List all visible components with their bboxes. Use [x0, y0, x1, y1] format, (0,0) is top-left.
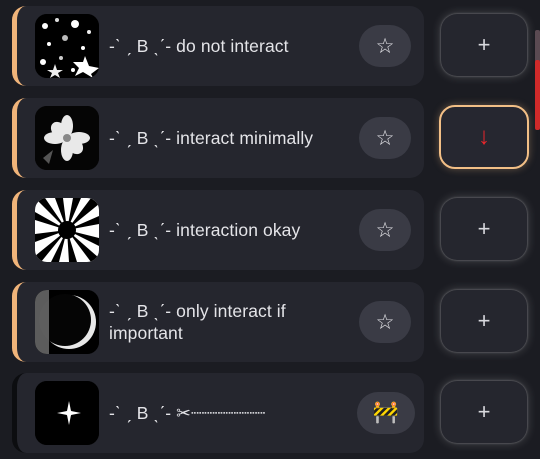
list-item[interactable]: -ˋ ˏ B ˎˊ- interaction okay ☆ +: [0, 190, 540, 270]
down-arrow-icon: ↓: [478, 123, 490, 150]
scrollbar-track[interactable]: [535, 30, 540, 62]
add-button[interactable]: +: [441, 198, 527, 260]
plus-icon: +: [477, 216, 491, 241]
add-button[interactable]: +: [441, 381, 527, 443]
item-label: -ˋ ˏ B ˎˊ- only interact if important: [109, 301, 286, 343]
channel-card[interactable]: -ˋ ˏ B ˎˊ- only interact if important ☆: [12, 282, 424, 362]
item-label: -ˋ ˏ B ˎˊ- do not interact: [109, 36, 289, 56]
item-label: -ˋ ˏ B ˎˊ- interact minimally: [109, 128, 314, 148]
star-icon: ☆: [375, 126, 395, 150]
construction-icon: 🚧: [372, 401, 400, 424]
list-item[interactable]: -ˋ ˏ B ˎˊ- ✂┈┈┈┈┈┈┈ 🚧 +: [0, 373, 540, 453]
scrollbar-thumb[interactable]: [535, 60, 540, 130]
item-label: -ˋ ˏ B ˎˊ- ✂┈┈┈┈┈┈┈: [109, 403, 266, 423]
star-button[interactable]: ☆: [359, 209, 411, 251]
move-down-button[interactable]: ↓: [439, 105, 529, 169]
star-button[interactable]: ☆: [359, 25, 411, 67]
add-button[interactable]: +: [441, 14, 527, 76]
thumbnail-flower: [35, 106, 99, 170]
thumbnail-eclipse: [35, 290, 99, 354]
list-item[interactable]: -ˋ ˏ B ˎˊ- do not interact ☆ +: [0, 6, 540, 86]
plus-icon: +: [477, 308, 491, 333]
channel-card[interactable]: -ˋ ˏ B ˎˊ- interact minimally ☆: [12, 98, 424, 178]
star-button[interactable]: ☆: [359, 301, 411, 343]
divider-card[interactable]: -ˋ ˏ B ˎˊ- ✂┈┈┈┈┈┈┈ 🚧: [12, 373, 424, 453]
star-button[interactable]: ☆: [359, 117, 411, 159]
channel-card[interactable]: -ˋ ˏ B ˎˊ- do not interact ☆: [12, 6, 424, 86]
star-icon: ☆: [375, 310, 395, 334]
plus-icon: +: [477, 32, 491, 57]
thumbnail-sparkles: [35, 14, 99, 78]
channel-card[interactable]: -ˋ ˏ B ˎˊ- interaction okay ☆: [12, 190, 424, 270]
plus-icon: +: [477, 399, 491, 424]
construction-button[interactable]: 🚧: [357, 392, 415, 434]
star-icon: ☆: [375, 218, 395, 242]
list-item[interactable]: -ˋ ˏ B ˎˊ- interact minimally ☆ ↓: [0, 98, 540, 178]
star-icon: ☆: [375, 34, 395, 58]
list-item[interactable]: -ˋ ˏ B ˎˊ- only interact if important ☆ …: [0, 282, 540, 362]
thumbnail-starburst: [35, 198, 99, 262]
thumbnail-twinkle: [35, 381, 99, 445]
item-label: -ˋ ˏ B ˎˊ- interaction okay: [109, 220, 301, 240]
add-button[interactable]: +: [441, 290, 527, 352]
